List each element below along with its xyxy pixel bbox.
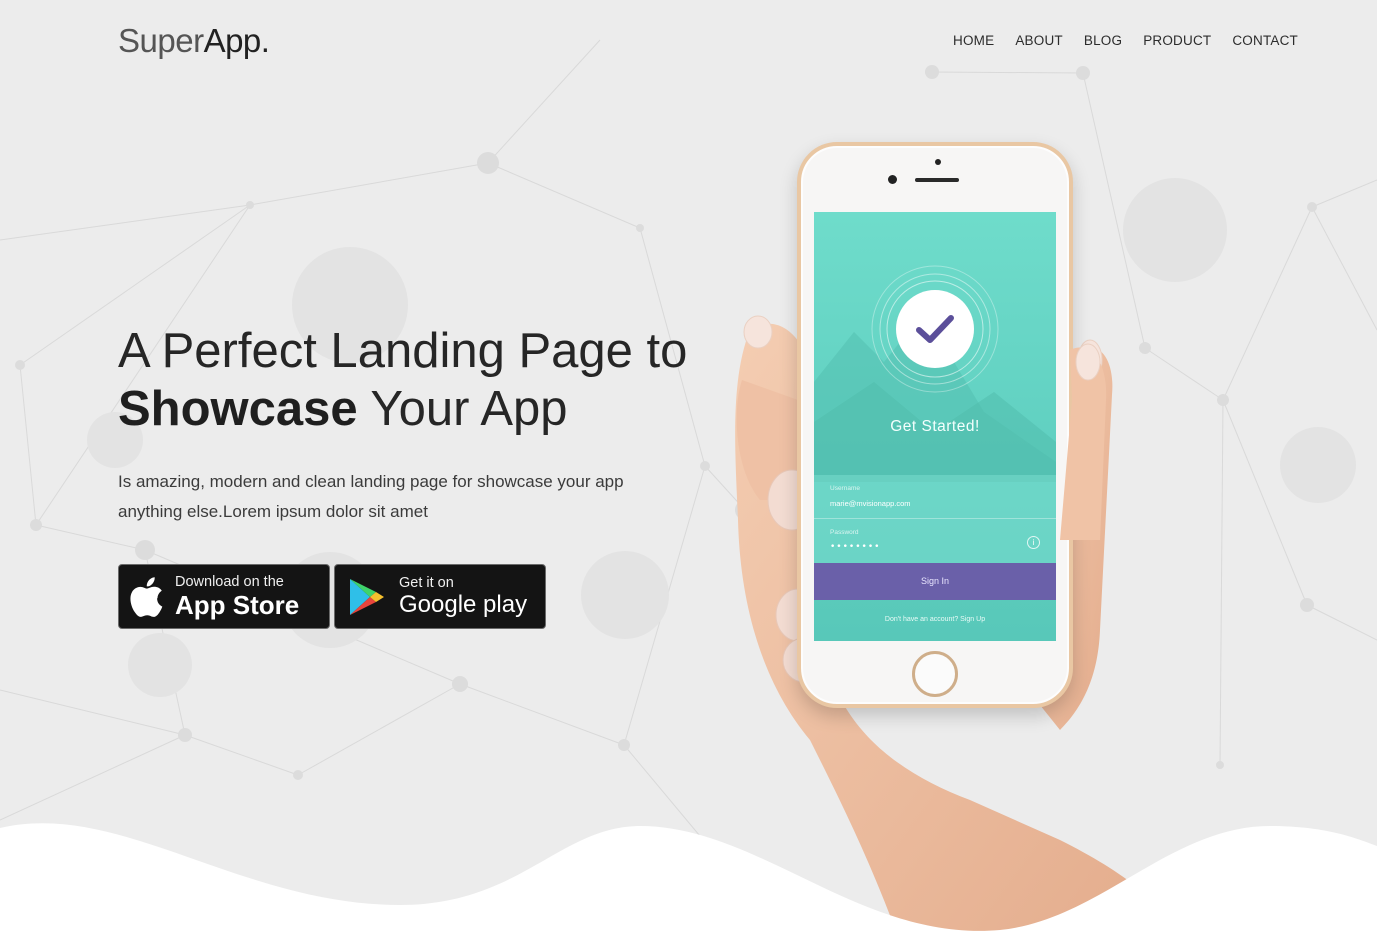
logo-light: Super (118, 22, 204, 59)
nav-home[interactable]: HOME (953, 33, 994, 48)
headline-bold: Showcase (118, 382, 358, 436)
google-play-icon (350, 578, 384, 615)
apple-icon (130, 576, 163, 617)
google-play-button[interactable]: Get it on Google play (334, 564, 546, 629)
google-play-big: Google play (399, 590, 528, 618)
headline-rest: Your App (357, 382, 568, 436)
nav-contact[interactable]: CONTACT (1232, 33, 1298, 48)
headline-line1: A Perfect Landing Page to (118, 324, 688, 378)
hero-subtext: Is amazing, modern and clean landing pag… (118, 472, 624, 521)
app-store-button[interactable]: Download on the App Store (118, 564, 330, 629)
app-store-big: App Store (175, 590, 300, 621)
nav-blog[interactable]: BLOG (1084, 33, 1122, 48)
logo-bold: App. (203, 22, 270, 59)
google-play-small: Get it on (399, 575, 454, 592)
logo[interactable]: SuperApp. (118, 22, 270, 60)
nav-about[interactable]: ABOUT (1015, 33, 1063, 48)
app-store-small: Download on the (175, 573, 284, 590)
nav-product[interactable]: PRODUCT (1143, 33, 1211, 48)
hero-headline: A Perfect Landing Page to Showcase Your … (118, 322, 687, 438)
main-nav: HOME ABOUT BLOG PRODUCT CONTACT (953, 33, 1298, 48)
